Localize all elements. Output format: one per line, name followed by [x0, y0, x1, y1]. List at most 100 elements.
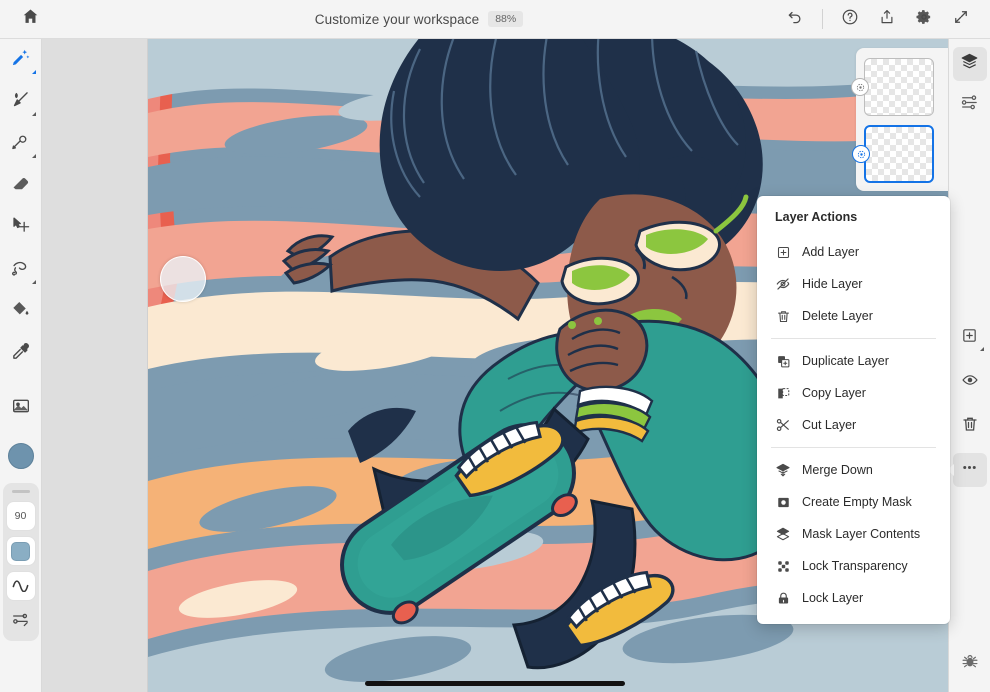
right-toolbar — [946, 39, 990, 692]
share-export-icon — [878, 8, 896, 31]
layer-thumbnail-2[interactable] — [852, 125, 934, 183]
menu-item-label: Merge Down — [802, 463, 873, 477]
layer-actions-menu: Layer Actions Add Layer Hide Layer Delet… — [757, 196, 950, 624]
delete-layer-button[interactable] — [953, 409, 987, 443]
eye-slash-icon — [775, 276, 791, 292]
home-icon — [21, 7, 40, 31]
home-indicator-bar — [365, 681, 625, 686]
tool-smudge[interactable] — [1, 123, 41, 165]
menu-item-duplicate-layer[interactable]: Duplicate Layer — [757, 345, 950, 377]
smudge-icon — [10, 131, 31, 157]
lock-icon — [775, 590, 791, 606]
tool-move[interactable] — [1, 207, 41, 249]
tool-options-caret[interactable] — [31, 280, 36, 284]
tool-paint-bucket[interactable] — [1, 291, 41, 333]
brush-settings-button[interactable] — [7, 607, 35, 635]
tool-options-caret[interactable] — [31, 112, 36, 116]
smoothing-button[interactable] — [6, 572, 35, 600]
duplicate-layer-icon — [775, 353, 791, 369]
lock-transparency-icon — [775, 558, 791, 574]
tool-options-caret[interactable] — [31, 70, 36, 74]
help-button[interactable] — [833, 2, 867, 36]
layer-visibility-button[interactable] — [953, 365, 987, 399]
menu-item-label: Mask Layer Contents — [802, 527, 921, 541]
layer-thumbnail-1[interactable] — [851, 58, 934, 116]
menu-item-label: Lock Layer — [802, 591, 864, 605]
scissors-icon — [775, 417, 791, 433]
tool-paintbrush[interactable] — [1, 81, 41, 123]
menu-item-label: Hide Layer — [802, 277, 863, 291]
brush-size-field[interactable]: 90 — [6, 502, 35, 530]
menu-item-hide-layer[interactable]: Hide Layer — [757, 268, 950, 300]
tool-select-brush[interactable] — [1, 39, 41, 81]
lasso-icon — [10, 257, 31, 283]
add-layer-options-caret[interactable] — [979, 347, 984, 351]
tool-eyedropper[interactable] — [1, 333, 41, 375]
menu-item-create-empty-mask[interactable]: Create Empty Mask — [757, 486, 950, 518]
tool-options-caret[interactable] — [31, 154, 36, 158]
share-button[interactable] — [870, 2, 904, 36]
menu-title: Layer Actions — [775, 210, 858, 224]
tool-lasso[interactable] — [1, 249, 41, 291]
more-options-button[interactable] — [946, 453, 987, 487]
layers-icon — [960, 52, 979, 76]
panel-adjustments[interactable] — [953, 87, 987, 121]
paintbrush-icon — [10, 89, 31, 115]
zoom-level-badge[interactable]: 88% — [488, 10, 524, 28]
eyedropper-icon — [10, 341, 31, 367]
add-layer-icon — [961, 327, 978, 349]
menu-item-add-layer[interactable]: Add Layer — [757, 236, 950, 268]
mask-contents-icon — [775, 526, 791, 542]
menu-item-label: Lock Transparency — [802, 559, 908, 573]
menu-item-label: Copy Layer — [802, 386, 866, 400]
bug-icon — [961, 652, 979, 675]
menu-item-mask-layer-contents[interactable]: Mask Layer Contents — [757, 518, 950, 550]
toolbar-divider — [822, 9, 823, 29]
empty-mask-icon — [775, 494, 791, 510]
menu-item-lock-transparency[interactable]: Lock Transparency — [757, 550, 950, 582]
move-select-icon — [10, 215, 31, 241]
trash-icon — [775, 308, 791, 324]
layers-panel — [851, 48, 948, 191]
page-title: Customize your workspace — [314, 11, 480, 27]
menu-divider — [771, 447, 936, 448]
top-actions — [778, 2, 990, 36]
menu-item-copy-layer[interactable]: Copy Layer — [757, 377, 950, 409]
undo-icon — [786, 8, 804, 31]
debug-button[interactable] — [953, 646, 987, 680]
menu-item-lock-layer[interactable]: Lock Layer — [757, 582, 950, 614]
tool-eraser[interactable] — [1, 165, 41, 207]
foreground-color-button[interactable] — [1, 435, 41, 477]
menu-item-label: Create Empty Mask — [802, 495, 912, 509]
home-button-wrap — [0, 2, 60, 36]
home-button[interactable] — [13, 2, 47, 36]
top-toolbar: Customize your workspace 88% — [0, 0, 990, 39]
merge-down-icon — [775, 462, 791, 478]
left-toolbar: 90 — [0, 39, 42, 692]
brush-color-swatch-button[interactable] — [6, 537, 35, 565]
menu-item-delete-layer[interactable]: Delete Layer — [757, 300, 950, 332]
eye-icon — [961, 371, 979, 394]
tool-place-image[interactable] — [1, 387, 41, 429]
add-layer-icon — [775, 244, 791, 260]
image-icon — [11, 396, 31, 421]
brush-options-group: 90 — [2, 483, 39, 641]
fullscreen-button[interactable] — [944, 2, 978, 36]
drag-handle[interactable] — [11, 490, 30, 493]
menu-item-label: Duplicate Layer — [802, 354, 889, 368]
expand-arrows-icon — [952, 8, 970, 31]
foreground-color-swatch[interactable] — [7, 443, 34, 469]
sliders-adjust-icon — [960, 92, 979, 116]
app-root: Customize your workspace 88% 90 Layer Ac… — [0, 0, 990, 692]
eye-toggle-icon[interactable] — [852, 145, 870, 163]
undo-button[interactable] — [778, 2, 812, 36]
add-layer-button[interactable] — [953, 321, 987, 355]
brush-size-cursor — [160, 256, 206, 302]
gear-icon — [915, 8, 933, 31]
panel-layers[interactable] — [952, 47, 987, 81]
menu-item-merge-down[interactable]: Merge Down — [757, 454, 950, 486]
eye-toggle-icon[interactable] — [851, 78, 869, 96]
settings-button[interactable] — [907, 2, 941, 36]
menu-item-cut-layer[interactable]: Cut Layer — [757, 409, 950, 441]
copy-layer-icon — [775, 385, 791, 401]
